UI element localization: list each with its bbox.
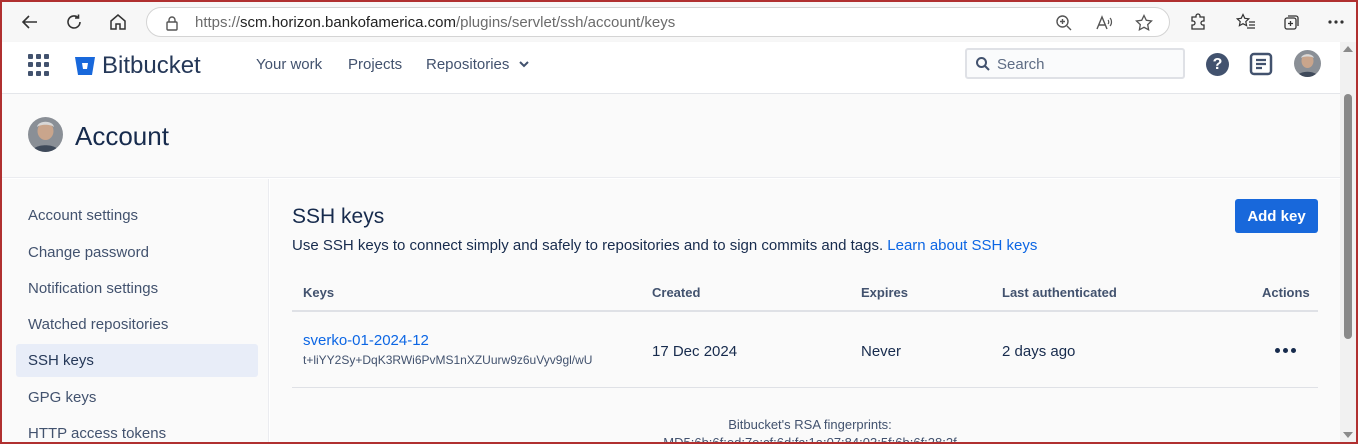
url-text[interactable]: https://scm.horizon.bankofamerica.com/pl…: [195, 14, 675, 31]
favorite-star-icon[interactable]: [1135, 14, 1153, 32]
add-key-button[interactable]: Add key: [1235, 199, 1318, 233]
search-field[interactable]: [965, 48, 1185, 79]
column-header-actions: Actions: [1262, 285, 1310, 300]
home-icon[interactable]: [106, 10, 130, 34]
zoom-icon[interactable]: [1055, 14, 1073, 32]
account-avatar: [28, 117, 63, 152]
main-content: SSH keys Add key Use SSH keys to connect…: [270, 179, 1340, 442]
sidebar-item-http-access-tokens[interactable]: HTTP access tokens: [16, 417, 258, 442]
table-row-divider: [292, 387, 1318, 388]
ssh-key-expires: Never: [861, 343, 902, 360]
sidebar-item-account-settings[interactable]: Account settings: [16, 199, 258, 232]
sidebar-item-change-password[interactable]: Change password: [16, 236, 258, 269]
chevron-down-icon: [518, 61, 529, 68]
search-icon: [976, 57, 990, 71]
sidebar-item-gpg-keys[interactable]: GPG keys: [16, 381, 258, 414]
table-header-divider: [292, 310, 1318, 312]
logo-text: Bitbucket: [102, 52, 201, 79]
more-menu-icon[interactable]: [1324, 10, 1348, 34]
column-header-created: Created: [652, 285, 701, 300]
favorites-icon[interactable]: [1234, 10, 1258, 34]
app-switcher-icon[interactable]: [28, 54, 50, 76]
extensions-icon[interactable]: [1186, 10, 1210, 34]
nav-projects[interactable]: Projects: [348, 56, 402, 73]
nav-repositories-label: Repositories: [426, 56, 510, 73]
sidebar-item-notification-settings[interactable]: Notification settings: [16, 272, 258, 305]
description-text: Use SSH keys to connect simply and safel…: [292, 237, 884, 254]
lock-icon[interactable]: [163, 14, 181, 32]
user-avatar[interactable]: [1294, 50, 1321, 77]
browser-window: https://scm.horizon.bankofamerica.com/pl…: [0, 0, 1358, 444]
account-sidebar: Account settings Change password Notific…: [2, 179, 269, 442]
app-header: Bitbucket Your work Projects Repositorie…: [2, 42, 1340, 94]
page-header: Account: [2, 94, 1340, 178]
bitbucket-logo[interactable]: Bitbucket: [74, 52, 201, 80]
rsa-fingerprints-label: Bitbucket's RSA fingerprints:: [728, 417, 892, 432]
ssh-key-name-link[interactable]: sverko-01-2024-12: [303, 332, 429, 349]
browser-toolbar: https://scm.horizon.bankofamerica.com/pl…: [2, 2, 1356, 42]
column-header-expires: Expires: [861, 285, 908, 300]
read-aloud-icon[interactable]: [1095, 14, 1113, 32]
section-title: SSH keys: [292, 205, 385, 228]
back-arrow-icon[interactable]: [18, 10, 42, 34]
more-actions-icon[interactable]: [1272, 339, 1298, 361]
scroll-down-arrow-icon[interactable]: [1343, 432, 1353, 438]
help-icon[interactable]: ?: [1206, 53, 1229, 76]
collections-icon[interactable]: [1280, 10, 1304, 34]
rsa-fingerprint-value: MD5:6b:6f:ed:7e:cf:6d:fc:1a:07:84:03:5f:…: [663, 435, 957, 444]
help-glyph: ?: [1212, 55, 1223, 73]
nav-repositories[interactable]: Repositories: [426, 56, 530, 73]
nav-your-work[interactable]: Your work: [256, 56, 322, 73]
column-header-keys: Keys: [303, 285, 335, 300]
section-description: Use SSH keys to connect simply and safel…: [292, 237, 1037, 254]
address-bar[interactable]: https://scm.horizon.bankofamerica.com/pl…: [146, 7, 1170, 37]
reload-icon[interactable]: [62, 10, 86, 34]
scrollbar-thumb[interactable]: [1344, 94, 1352, 339]
ssh-key-fingerprint: t+liYY2Sy+DqK3RWi6PvMS1nXZUurw9z6uVyv9gl…: [303, 353, 593, 367]
sidebar-item-watched-repositories[interactable]: Watched repositories: [16, 308, 258, 341]
ssh-key-created: 17 Dec 2024: [652, 343, 738, 360]
learn-ssh-keys-link[interactable]: Learn about SSH keys: [887, 237, 1037, 254]
page-scrollbar[interactable]: [1340, 42, 1356, 442]
bitbucket-bucket-icon: [75, 57, 95, 75]
sidebar-item-ssh-keys[interactable]: SSH keys: [16, 344, 258, 377]
notes-icon[interactable]: [1249, 52, 1273, 76]
ssh-key-last-authenticated: 2 days ago: [1002, 343, 1076, 360]
column-header-last-authenticated: Last authenticated: [1002, 285, 1117, 300]
scroll-up-arrow-icon[interactable]: [1343, 46, 1353, 52]
page-title: Account: [75, 121, 169, 151]
search-input[interactable]: [997, 54, 1177, 74]
